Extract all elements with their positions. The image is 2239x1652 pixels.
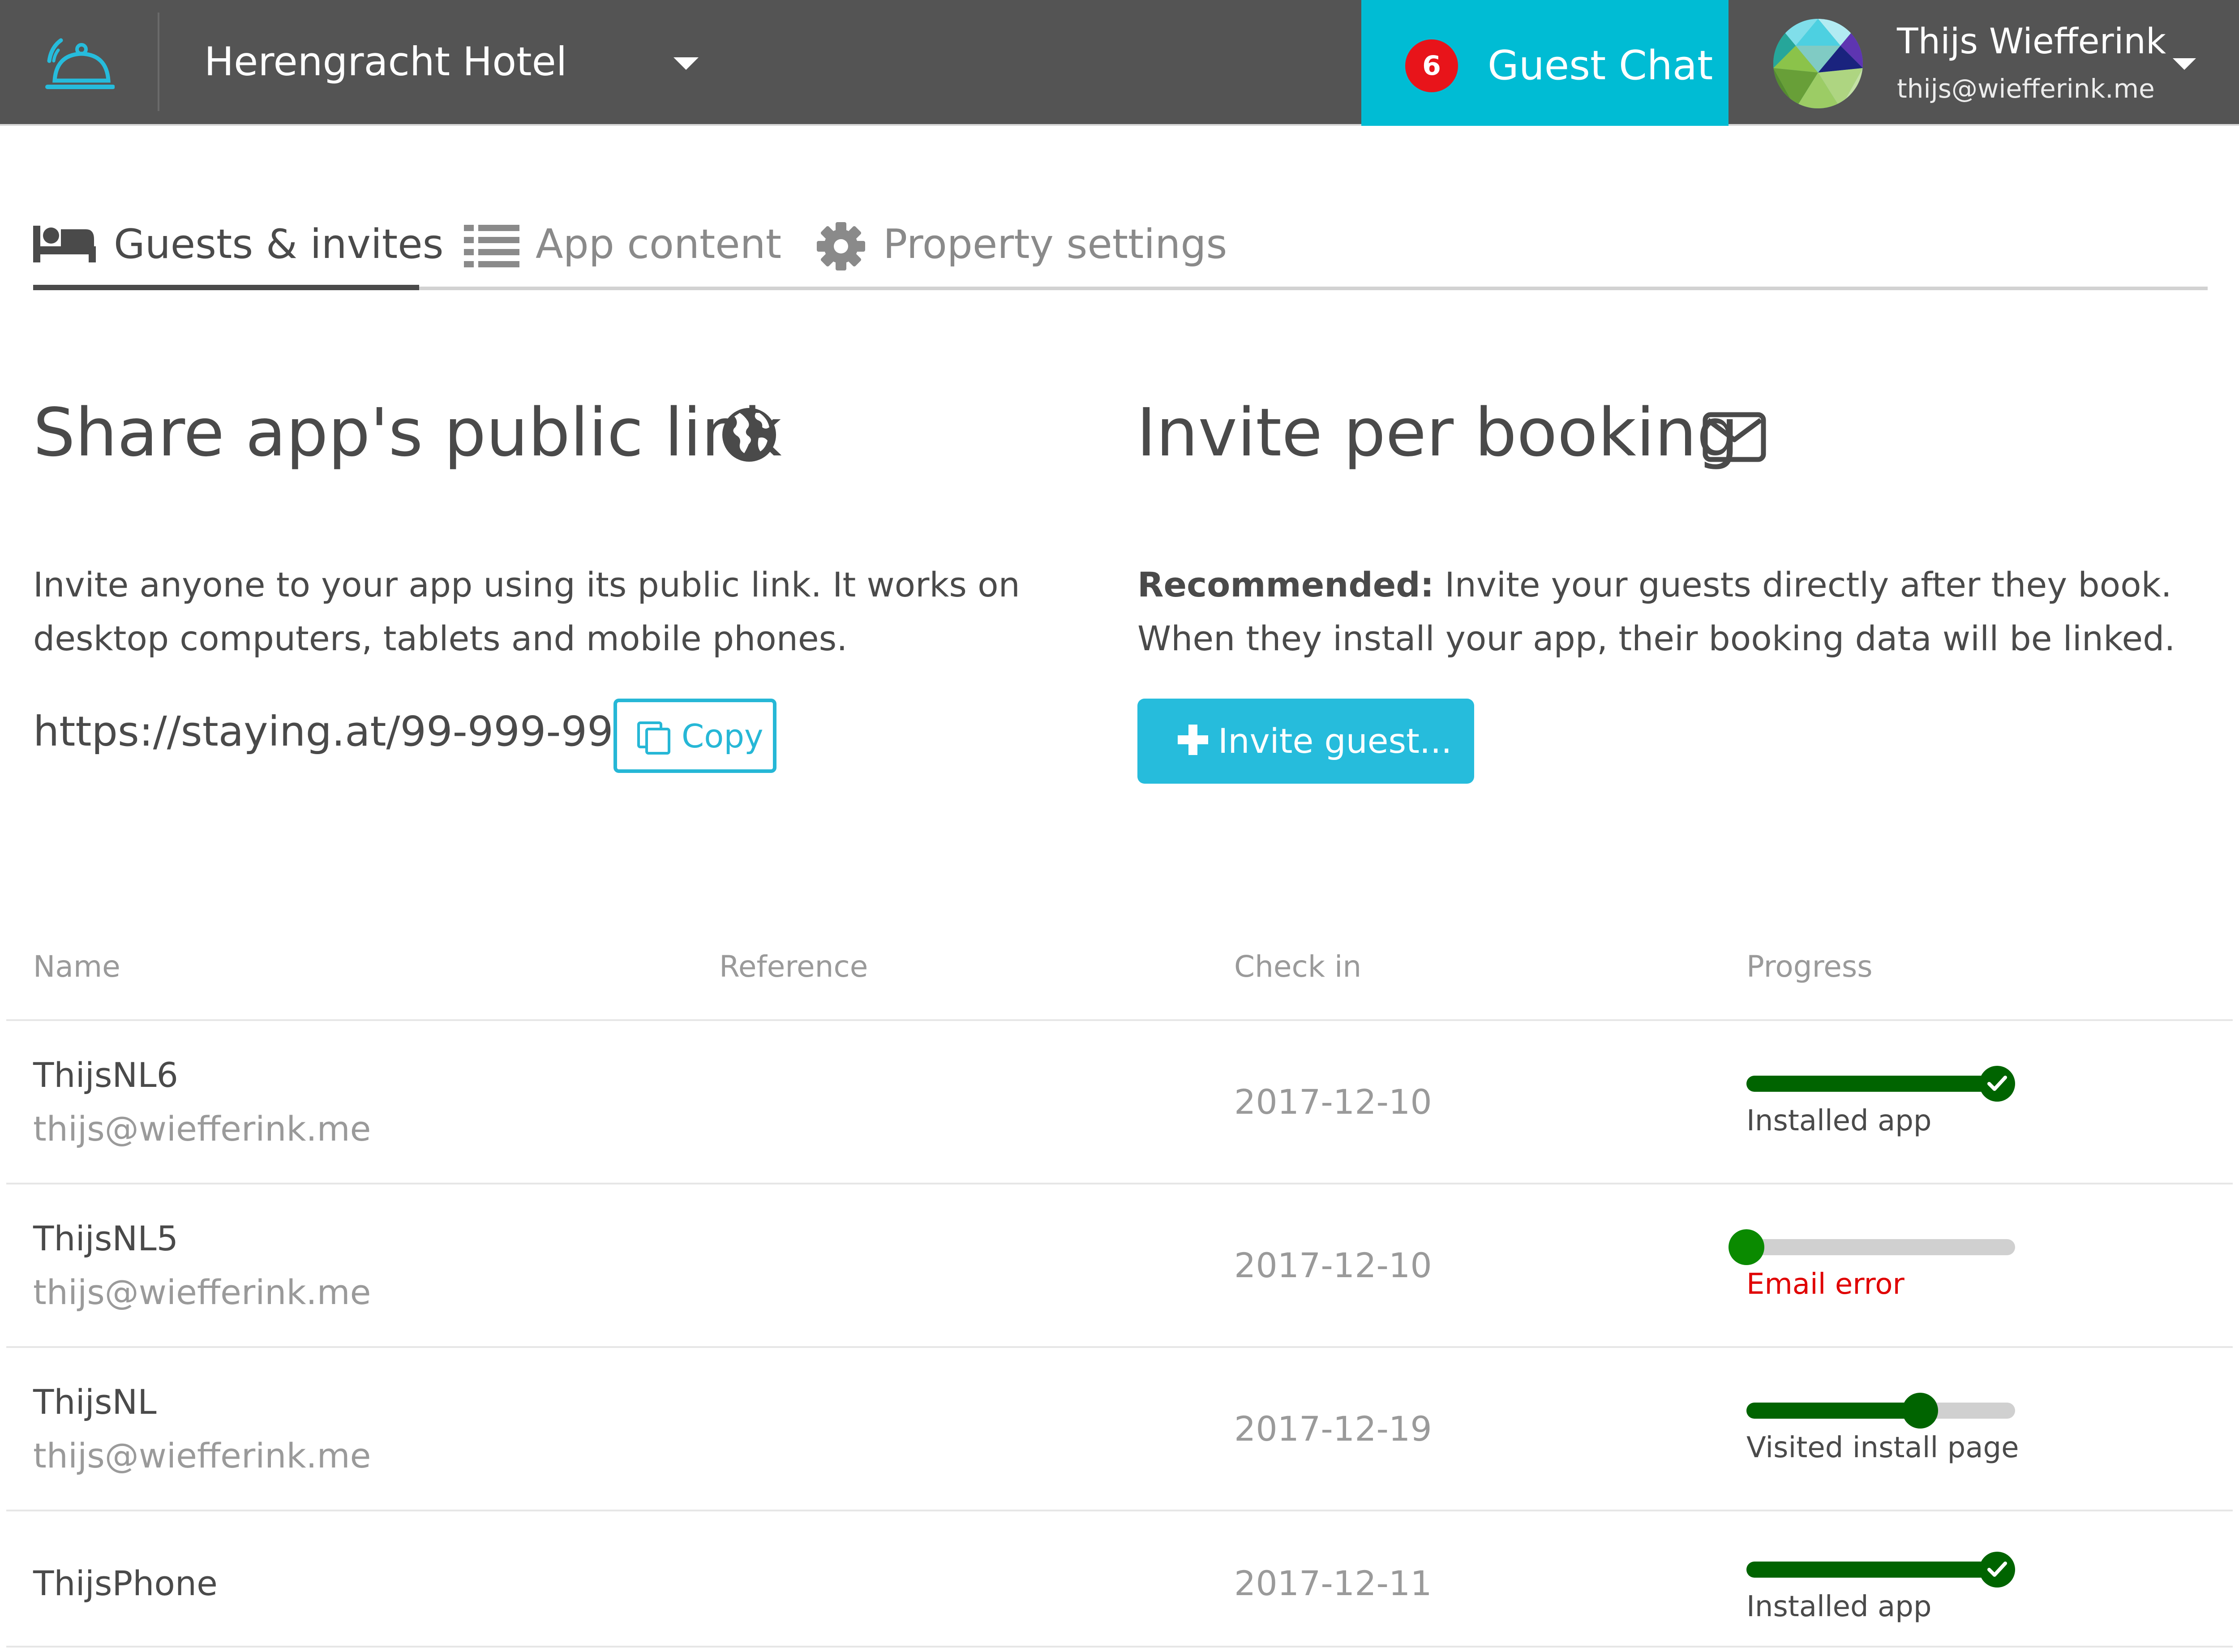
avatar[interactable]: [1773, 19, 1863, 108]
progress-track: [1746, 1239, 2015, 1255]
progress-fill: [1746, 1076, 1997, 1092]
active-tab-indicator: [33, 285, 419, 290]
bed-icon: [33, 226, 96, 262]
check-in-date: 2017-12-10: [1234, 1245, 1432, 1285]
topbar-divider: [158, 13, 159, 111]
invite-heading: Invite per booking: [1137, 394, 1739, 471]
chat-unread-badge: 6: [1405, 39, 1458, 92]
guest-name: ThijsNL: [33, 1382, 157, 1422]
progress-status: Visited install page: [1746, 1431, 2019, 1464]
guest-name: ThijsPhone: [33, 1563, 218, 1603]
plus-icon: [1178, 725, 1208, 755]
invite-guest-button[interactable]: Invite guest...: [1137, 699, 1474, 784]
hotel-selector[interactable]: Herengracht Hotel: [204, 39, 567, 85]
progress-bar: [1746, 1064, 2015, 1102]
progress-bar: [1746, 1391, 2015, 1429]
column-header-progress[interactable]: Progress: [1746, 949, 1873, 984]
check-icon: [1987, 1076, 2007, 1091]
share-description: Invite anyone to your app using its publ…: [33, 565, 1020, 658]
table-divider: [6, 1646, 2233, 1648]
envelope-icon: [1703, 412, 1766, 462]
progress-bar: [1729, 1227, 2015, 1265]
guest-name: ThijsNL6: [33, 1055, 178, 1095]
column-header-name[interactable]: Name: [33, 949, 120, 984]
tab-label: Property settings: [883, 221, 1227, 268]
progress-status: Email error: [1746, 1268, 1904, 1301]
table-divider: [6, 1510, 2233, 1511]
column-header-check-in[interactable]: Check in: [1234, 949, 1361, 984]
invite-description: Recommended: Invite your guests directly…: [1137, 558, 2212, 665]
hotel-bell-icon[interactable]: [43, 34, 115, 97]
tab-label: Guests & invites: [114, 221, 444, 268]
tab-label: App content: [536, 221, 782, 268]
gear-icon: [817, 222, 865, 270]
recommended-label: Recommended:: [1137, 565, 1434, 605]
check-in-date: 2017-12-10: [1234, 1082, 1432, 1122]
progress-knob: [1979, 1552, 2015, 1588]
progress-knob: [1902, 1393, 1938, 1429]
table-divider: [6, 1346, 2233, 1348]
guest-email: thijs@wiefferink.me: [33, 1272, 371, 1312]
invite-guest-label: Invite guest...: [1218, 721, 1452, 761]
progress-knob: [1729, 1229, 1764, 1265]
top-bar: Herengracht Hotel 6 Guest Chat Thijs Wie…: [0, 0, 2239, 126]
guest-email: thijs@wiefferink.me: [33, 1109, 371, 1149]
progress-fill: [1746, 1562, 1997, 1578]
progress-status: Installed app: [1746, 1590, 1932, 1623]
progress-fill: [1746, 1403, 1920, 1419]
tab-property-settings[interactable]: Property settings: [816, 213, 1264, 285]
user-menu-chevron-icon[interactable]: [2173, 58, 2196, 70]
progress-status: Installed app: [1746, 1104, 1932, 1137]
user-name[interactable]: Thijs Wiefferink: [1897, 21, 2166, 62]
public-link[interactable]: https://staying.at/99-999-99: [33, 708, 613, 755]
progress-knob: [1979, 1066, 2015, 1102]
list-icon: [464, 225, 519, 267]
share-heading: Share app's public link: [33, 394, 782, 471]
user-email: thijs@wiefferink.me: [1897, 73, 2155, 104]
copy-icon: [637, 721, 670, 755]
progress-bar: [1746, 1550, 2015, 1588]
guest-name: ThijsNL5: [33, 1219, 178, 1258]
globe-icon: [722, 408, 776, 462]
guest-email: thijs@wiefferink.me: [33, 1436, 371, 1476]
copy-label: Copy: [682, 717, 763, 755]
guest-chat-button[interactable]: 6 Guest Chat: [1361, 0, 1729, 126]
guest-chat-label: Guest Chat: [1488, 42, 1713, 89]
table-divider: [6, 1019, 2233, 1021]
tab-guests-invites[interactable]: Guests & invites: [33, 213, 443, 285]
table-divider: [6, 1183, 2233, 1184]
check-in-date: 2017-12-11: [1234, 1563, 1432, 1603]
check-in-date: 2017-12-19: [1234, 1409, 1432, 1449]
copy-button[interactable]: Copy: [613, 699, 776, 773]
chevron-down-icon[interactable]: [673, 57, 699, 70]
check-icon: [1987, 1562, 2007, 1577]
column-header-reference[interactable]: Reference: [719, 949, 868, 984]
tab-app-content[interactable]: App content: [464, 213, 781, 285]
